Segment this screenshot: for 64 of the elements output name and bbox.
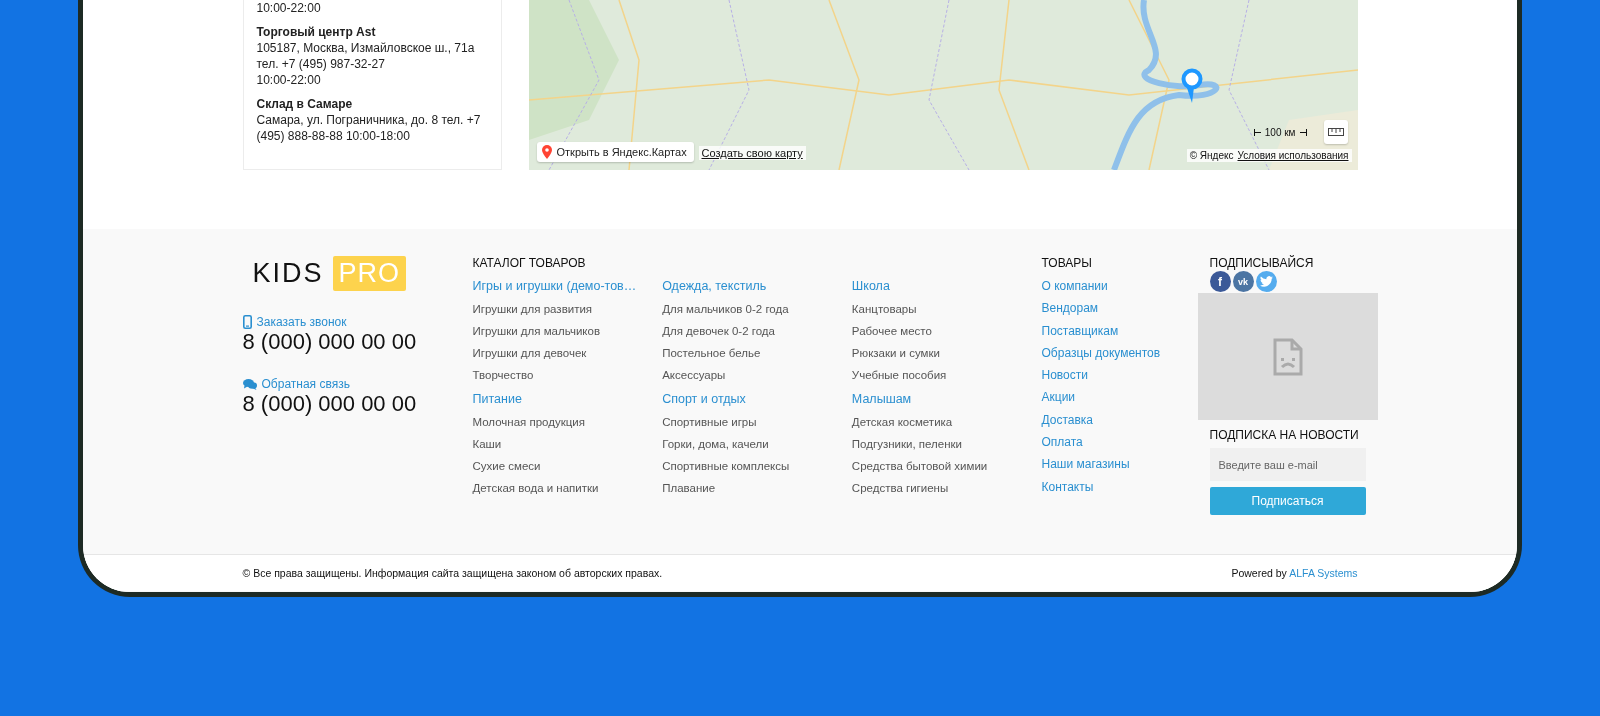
scale-end-icon [1253,129,1261,136]
subcategory-link[interactable]: Средства бытовой химии [851,455,1042,477]
store-details: 10:00-22:00 [256,0,322,16]
goods-heading: ТОВАРЫ [1041,255,1093,272]
category-link[interactable]: Малышам [851,390,1042,408]
subcategory-link[interactable]: Канцтовары [851,298,1042,320]
bird-icon [1259,276,1273,287]
open-in-maps-button[interactable]: Открыть в Яндекс.Картах [536,142,694,162]
newsletter-heading: ПОДПИСКА НА НОВОСТИ [1208,428,1360,444]
subcategory-link[interactable]: Подгузники, пеленки [851,433,1042,455]
map-view[interactable]: Открыть в Яндекс.Картах Создать свою карту 100 км © Яндекс Условия использования [528,0,1358,170]
subcategory-link[interactable]: Детская косметика [851,411,1042,433]
subcategory-link[interactable]: Аксессуары [662,364,852,386]
store-details: тел. +7 (495) 987-32-27 [256,56,386,72]
footer-link[interactable]: О компании [1041,275,1108,298]
subcategory-link[interactable]: Горки, дома, качели [662,433,852,455]
phone-icon [242,315,252,329]
scale-end-icon [1299,129,1307,136]
subcategory-link[interactable]: Каши [472,433,663,455]
broken-file-icon [1272,337,1303,376]
catalog-heading: КАТАЛОГ ТОВАРОВ [472,255,587,272]
subcategory-link[interactable]: Игрушки для мальчиков [472,320,663,342]
subcategory-link[interactable]: Игрушки для девочек [472,342,663,364]
vk-button[interactable]: vk [1232,271,1254,292]
facebook-button[interactable]: f [1209,271,1231,292]
subcategory-link[interactable]: Учебные пособия [851,364,1042,386]
subcategory-link[interactable]: Средства гигиены [851,477,1042,499]
subcategory-link[interactable]: Сухие смеси [472,455,663,477]
map-scale: 100 км [1264,127,1296,138]
map-copyright: © Яндекс [1189,150,1234,161]
logo-text[interactable]: KIDS [252,257,324,289]
phone-number: 8 (000) 000 00 00 [242,329,418,355]
category-link[interactable]: Спорт и отдых [662,390,852,408]
store-name: Склад в Самаре [256,96,354,112]
subcategory-link[interactable]: Для девочек 0-2 года [662,320,852,342]
subcategory-link[interactable]: Спортивные игры [662,411,852,433]
subcategory-link[interactable]: Молочная продукция [472,411,663,433]
subcategory-link[interactable]: Плавание [662,477,852,499]
subcategory-link[interactable]: Рюкзаки и сумки [851,342,1042,364]
chat-bubbles-icon [242,378,257,390]
subcategory-link[interactable]: Игрушки для развития [472,298,663,320]
ruler-icon [1327,128,1344,136]
copyright-text: © Все права защищены. Информация сайта защищена законом об авторских правах. [242,567,663,579]
subcategory-link[interactable]: Детская вода и напитки [472,477,663,499]
footer-link[interactable]: Акции [1041,386,1076,409]
create-map-link[interactable]: Создать свою карту [698,146,806,160]
email-field[interactable]: Введите ваш e-mail [1209,448,1366,481]
subcategory-link[interactable]: Спортивные комплексы [662,455,852,477]
subcategory-link[interactable]: Постельное белье [662,342,852,364]
location-pin-icon [541,145,552,159]
subscribe-heading: ПОДПИСЫВАЙСЯ [1208,254,1315,271]
terms-link[interactable]: Условия использования [1237,150,1349,161]
alfa-systems-link[interactable]: ALFA Systems [1289,567,1358,579]
phone-number: 8 (000) 000 00 00 [242,391,418,417]
powered-by-text: Powered by ALFA Systems [1231,567,1358,579]
subcategory-link[interactable]: Творчество [472,364,663,386]
ruler-button[interactable] [1323,120,1348,144]
subcategory-link[interactable]: Для мальчиков 0-2 года [662,298,852,320]
store-details: Самара, ул. Пограничника, до. 8 тел. +7 (495) 888-88-88 10:00-18:00 [256,112,482,144]
map-pin-icon [1179,68,1204,104]
store-details: 10:00-22:00 [256,72,322,88]
store-name: Торговый центр Ast [256,24,377,40]
store-details: 105187, Москва, Измайловское ш., 71а [256,40,476,56]
subcategory-link[interactable]: Рабочее место [851,320,1042,342]
